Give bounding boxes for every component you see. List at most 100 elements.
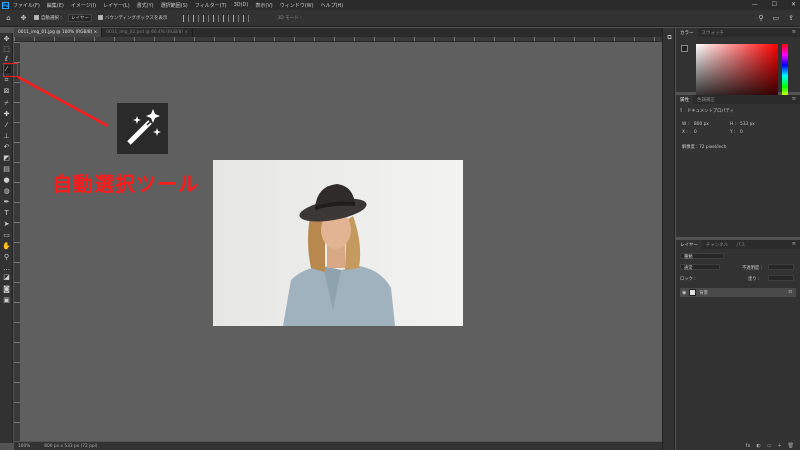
tab-adjustments[interactable]: 色調補正 [693,95,719,104]
menu-type[interactable]: 書式(Y) [137,2,154,9]
new-group-icon[interactable]: ▭ [767,443,772,449]
shape-tool-icon[interactable]: ▭ [2,231,11,239]
brush-tool-icon[interactable]: ⁄ [2,121,11,129]
blur-tool-icon[interactable]: ● [2,176,11,184]
eyedropper-tool-icon[interactable]: ⌿ [2,99,11,107]
type-tool-icon[interactable]: T [2,209,11,217]
opacity-field[interactable] [768,264,794,270]
new-layer-icon[interactable]: + [777,443,781,449]
healing-brush-icon[interactable]: ✚ [2,110,11,118]
hand-tool-icon[interactable]: ✋ [2,242,11,250]
distribute-icon[interactable] [243,14,250,22]
blend-mode-value: 通常 [684,266,693,271]
color-panel: カラー スウォッチ ≡ [676,28,800,108]
layer-filter-dropdown[interactable]: 種類 [680,253,724,260]
menu-image[interactable]: イメージ(I) [71,2,96,9]
color-swatch-icon[interactable]: ◪ [2,273,11,281]
x-value[interactable]: 0 [694,130,697,135]
tools-panel: ✥ ⬚ ℓ ⁄ ⌗ ⊠ ⌿ ✚ ⁄ ⊥ ↶ ◩ ▤ ● ◍ ✒ T ➤ ▭ ✋ … [0,33,13,443]
callout-label: 自動選択ツール [52,172,199,196]
lasso-tool-icon[interactable]: ℓ [2,55,11,63]
properties-panel: 属性 色調補正 ≡ ▯ ドキュメントプロパティ W : 800 px H : 5… [676,95,800,237]
menu-window[interactable]: ウィンドウ(W) [280,2,314,9]
align-bottom-icon[interactable] [203,14,210,22]
menu-filter[interactable]: フィルター(T) [195,2,227,9]
auto-select-checkbox[interactable]: 自動選択 : [34,15,62,21]
menu-file[interactable]: ファイル(F) [13,2,40,9]
align-right-icon[interactable] [233,14,240,22]
move-tool-preset-icon[interactable]: ✥ [19,14,28,23]
tab-paths[interactable]: パス [732,240,749,249]
align-middle-icon[interactable] [193,14,200,22]
path-select-icon[interactable]: ➤ [2,220,11,228]
crop-tool-icon[interactable]: ⌗ [2,76,11,84]
delete-layer-icon[interactable]: 🗑 [788,443,794,449]
align-left-icon[interactable] [213,14,220,22]
adjustment-layer-icon[interactable]: ◐ [756,443,760,449]
bounding-box-label: バウンディングボックスを表示 [104,16,168,21]
align-center-icon[interactable] [223,14,230,22]
fill-field[interactable] [768,275,794,281]
document-tabs: 0011_img_01.jpg @ 100% (RGB/8) × 0011_im… [14,28,675,37]
move-tool-icon[interactable]: ✥ [2,35,11,43]
panel-menu-icon[interactable]: ≡ [792,96,796,102]
fx-icon[interactable]: fx [746,443,751,449]
menu-edit[interactable]: 編集(E) [47,2,64,9]
minimize-button[interactable]: — [752,1,758,8]
tab-document-2[interactable]: 0011_img_02.psd @ 66.4% (RGB/8) × [102,28,193,37]
auto-select-target-dropdown[interactable]: レイヤー [67,14,92,22]
document-info[interactable]: 800 px x 533 px (72 ppi) [44,444,97,449]
align-top-icon[interactable] [183,14,190,22]
home-icon[interactable]: ⌂ [4,14,13,23]
blend-mode-dropdown[interactable]: 通常 [680,264,720,271]
width-value[interactable]: 800 px [694,122,709,127]
marquee-tool-icon[interactable]: ⬚ [2,45,11,53]
height-value[interactable]: 533 px [740,122,755,127]
menu-help[interactable]: ヘルプ(H) [321,2,344,9]
tab-color[interactable]: カラー [676,28,698,37]
panel-menu-icon[interactable]: ≡ [792,241,796,247]
stamp-tool-icon[interactable]: ⊥ [2,132,11,140]
close-button[interactable]: ✕ [791,1,796,8]
eraser-tool-icon[interactable]: ◩ [2,154,11,162]
more-tools-icon[interactable]: … [2,264,11,272]
workspace-icon[interactable]: ▭ [773,14,780,22]
lock-icon[interactable]: ⊡ [788,290,792,295]
tab-swatches[interactable]: スウォッチ [698,28,729,37]
tab-properties[interactable]: 属性 [676,95,693,104]
history-panel-icon[interactable]: ⧉ [665,34,674,42]
tab-layers[interactable]: レイヤー [676,240,702,249]
menu-3d[interactable]: 3D(D) [234,2,249,8]
portrait-image [213,160,463,326]
share-icon[interactable]: ⇪ [788,14,794,22]
layer-row-background[interactable]: ◉ 背景 ⊡ [680,288,796,297]
frame-tool-icon[interactable]: ⊠ [2,87,11,95]
height-label: H : [730,122,737,127]
layer-filter-placeholder: 種類 [684,255,693,260]
visibility-eye-icon[interactable]: ◉ [682,290,686,296]
menu-layer[interactable]: レイヤー(L) [103,2,130,9]
menu-select[interactable]: 選択範囲(S) [161,2,188,9]
document-photo[interactable] [213,160,463,326]
3d-mode-label: 3D モード : [277,16,302,21]
history-brush-icon[interactable]: ↶ [2,143,11,151]
quick-mask-icon[interactable]: ◙ [2,285,11,293]
maximize-button[interactable]: ☐ [772,1,777,8]
gradient-tool-icon[interactable]: ▤ [2,165,11,173]
magic-wand-enlarged-icon [117,103,168,154]
tab-document-1[interactable]: 0011_img_01.jpg @ 100% (RGB/8) × [14,28,103,37]
panel-menu-icon[interactable]: ≡ [792,29,796,35]
properties-section-title: ドキュメントプロパティ [687,109,735,114]
document-icon: ▯ [680,108,683,113]
bounding-box-checkbox[interactable]: バウンディングボックスを表示 [97,15,168,21]
search-icon[interactable]: ⚲ [758,14,763,22]
zoom-level[interactable]: 100% [18,444,30,449]
tab-channels[interactable]: チャンネル [702,240,732,249]
y-value[interactable]: 0 [740,130,743,135]
pen-tool-icon[interactable]: ✒ [2,198,11,206]
dodge-tool-icon[interactable]: ◍ [2,187,11,195]
menu-view[interactable]: 表示(V) [255,2,272,9]
foreground-color-swatch[interactable] [681,45,688,52]
zoom-tool-icon[interactable]: ⚲ [2,253,11,261]
screen-mode-icon[interactable]: ▣ [2,296,11,304]
